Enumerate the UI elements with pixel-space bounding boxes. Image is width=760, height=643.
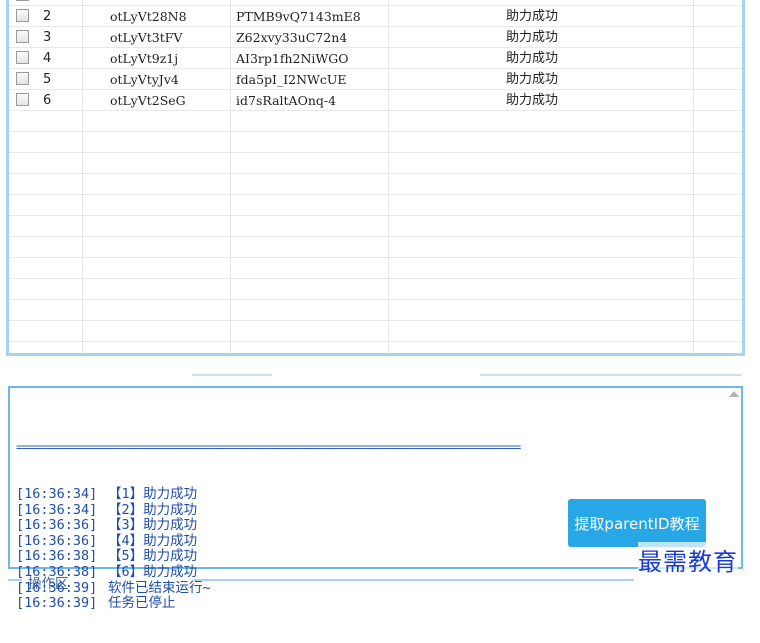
log-message: 软件已结束运行~ xyxy=(108,579,211,596)
splitter-handle-right[interactable] xyxy=(480,374,742,376)
row-number: 6 xyxy=(43,93,52,108)
table-row[interactable]: 5 otLyVtyJv4 fda5pI_I2NWcUE 助力成功 xyxy=(9,69,742,90)
log-message: 【1】助力成功 xyxy=(108,485,198,502)
row-number: 4 xyxy=(43,51,52,66)
log-timestamp: [16:36:39] xyxy=(16,595,98,612)
ops-group-border xyxy=(194,579,634,581)
row-status: 助力成功 xyxy=(506,93,559,108)
log-panel: ========================================… xyxy=(8,386,743,611)
log-line: [16:36:34] 【2】助力成功 xyxy=(16,501,520,519)
empty-table-row xyxy=(9,153,742,174)
empty-table-row xyxy=(9,111,742,132)
log-timestamp: [16:36:36] xyxy=(16,517,98,534)
row-code: AI3rp1fh2NiWGO xyxy=(236,51,349,66)
splitter-handle-left[interactable] xyxy=(192,374,272,376)
log-timestamp: [16:36:34] xyxy=(16,501,98,518)
ops-section-label: 操作区 xyxy=(28,576,69,592)
row-code: id7sRaltAOnq-4 xyxy=(236,93,337,108)
account-grid-panel: 2 otLyVt28N8 PTMB9vQ7143mE8 助力成功 3 otLyVt3tFV… xyxy=(6,0,745,356)
row-code: PTMB9vQ7143mE8 xyxy=(236,9,361,24)
log-line: [16:36:39] 任务已停止 xyxy=(16,596,520,612)
log-message: 任务已停止 xyxy=(108,595,176,612)
row-number: 5 xyxy=(43,72,52,87)
empty-table-row xyxy=(9,174,742,195)
log-message: 【2】助力成功 xyxy=(108,501,198,518)
log-line: [16:36:34] 【1】助力成功 xyxy=(16,485,520,503)
log-line: [16:36:38] 【5】助力成功 xyxy=(16,549,520,565)
row-status: 助力成功 xyxy=(506,72,559,87)
row-account-id: otLyVtyJv4 xyxy=(110,72,179,87)
empty-table-row xyxy=(9,237,742,258)
scroll-up-arrow-icon[interactable] xyxy=(729,391,739,397)
table-row[interactable]: 2 otLyVt28N8 PTMB9vQ7143mE8 助力成功 xyxy=(9,6,742,27)
log-timestamp: [16:36:38] xyxy=(16,548,98,565)
log-output: ========================================… xyxy=(16,409,521,643)
row-status: 助力成功 xyxy=(506,9,559,24)
empty-table-row xyxy=(9,300,742,321)
empty-table-row xyxy=(9,216,742,237)
row-checkbox[interactable] xyxy=(16,72,29,85)
row-status: 助力成功 xyxy=(506,30,559,45)
log-message: 【5】助力成功 xyxy=(108,548,198,565)
table-row[interactable]: 6 otLyVt2SeG id7sRaltAOnq-4 助力成功 xyxy=(9,90,742,111)
ops-group-border xyxy=(8,579,22,581)
empty-table-row xyxy=(9,132,742,153)
row-number: 3 xyxy=(43,30,52,45)
table-row[interactable]: 4 otLyVt9z1j AI3rp1fh2NiWGO 助力成功 xyxy=(9,48,742,69)
row-number: 2 xyxy=(43,9,52,24)
row-checkbox[interactable] xyxy=(16,30,29,43)
log-line: [16:36:36] 【3】助力成功 xyxy=(16,518,520,534)
row-code: fda5pI_I2NWcUE xyxy=(236,72,347,87)
log-line: [16:36:36] 【4】助力成功 xyxy=(16,532,520,550)
parentid-guide-button[interactable]: 提取parentID教程 xyxy=(568,499,706,547)
watermark-text: 最需教育 xyxy=(638,542,738,577)
row-checkbox[interactable] xyxy=(16,93,29,106)
row-account-id: otLyVt9z1j xyxy=(110,51,179,66)
log-timestamp: [16:36:34] xyxy=(16,485,98,502)
log-timestamp: [16:36:36] xyxy=(16,532,98,549)
row-checkbox[interactable] xyxy=(16,51,29,64)
row-status: 助力成功 xyxy=(506,51,559,66)
log-message: 【4】助力成功 xyxy=(108,532,198,549)
empty-table-row xyxy=(9,258,742,279)
row-account-id: otLyVt3tFV xyxy=(110,30,183,45)
empty-table-row xyxy=(9,321,742,342)
log-line: [16:36:39] 软件已结束运行~ xyxy=(16,579,520,597)
table-row[interactable]: 3 otLyVt3tFV Z62xvy33uC72n4 助力成功 xyxy=(9,27,742,48)
empty-table-row xyxy=(9,279,742,300)
log-message: 【6】助力成功 xyxy=(108,563,198,580)
row-account-id: otLyVt28N8 xyxy=(110,9,187,24)
row-checkbox[interactable] xyxy=(16,9,29,22)
log-message: 【3】助力成功 xyxy=(108,517,198,534)
log-separator: ========================================… xyxy=(16,440,521,455)
empty-table-row xyxy=(9,195,742,216)
row-code: Z62xvy33uC72n4 xyxy=(236,30,348,45)
row-checkbox[interactable] xyxy=(16,0,29,1)
account-grid: 2 otLyVt28N8 PTMB9vQ7143mE8 助力成功 3 otLyVt3tFV… xyxy=(9,0,742,353)
row-account-id: otLyVt2SeG xyxy=(110,93,186,108)
